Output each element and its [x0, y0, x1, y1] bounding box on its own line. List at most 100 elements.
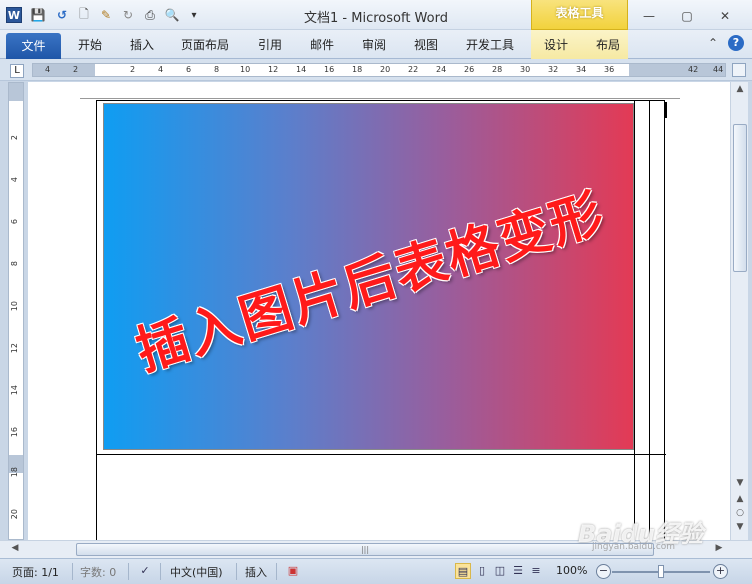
print-layout-view-icon[interactable]: ▤ — [455, 563, 471, 579]
vertical-scrollbar[interactable]: ▲ ▼ ▲ ○ ▼ — [730, 82, 748, 540]
horizontal-scroll-thumb[interactable]: ||| — [76, 543, 654, 556]
customize-toolbar-icon[interactable]: ▾ — [186, 7, 202, 23]
scroll-up-button[interactable]: ▲ — [733, 84, 747, 98]
vertical-scroll-thumb[interactable] — [733, 124, 747, 272]
ruler-label: 34 — [576, 65, 587, 74]
vertical-ruler[interactable]: 2 4 6 8 10 12 14 16 18 20 — [8, 82, 24, 540]
minimize-button[interactable]: — — [637, 7, 661, 25]
undo-icon[interactable]: ↺ — [54, 7, 70, 23]
horizontal-ruler[interactable]: 4 2 2 4 6 8 10 12 14 16 18 20 22 24 26 2… — [32, 63, 726, 77]
ruler-label: 30 — [520, 65, 531, 74]
scroll-right-button[interactable]: ▶ — [712, 543, 726, 557]
tab-file[interactable]: 文件 — [6, 33, 61, 59]
ruler-label: 10 — [10, 301, 19, 312]
ruler-label: 44 — [713, 65, 724, 74]
zoom-in-button[interactable]: + — [713, 564, 728, 579]
minimize-ribbon-icon[interactable]: ⌃ — [708, 36, 718, 50]
print-icon[interactable]: ⎙ — [142, 7, 158, 23]
scroll-down-button[interactable]: ▼ — [733, 478, 747, 492]
close-button[interactable]: ✕ — [713, 7, 737, 25]
tab-selector-button[interactable]: L — [10, 64, 24, 78]
language-status[interactable]: 中文(中国) — [170, 564, 223, 580]
zoom-level[interactable]: 100% — [556, 564, 587, 577]
table-border-left[interactable] — [96, 100, 97, 540]
horizontal-scrollbar[interactable]: ◀ ||| ▶ — [0, 540, 752, 558]
status-separator — [236, 563, 237, 580]
status-separator — [276, 563, 277, 580]
tab-review[interactable]: 审阅 — [362, 36, 386, 53]
ruler-left-margin — [33, 64, 95, 76]
ruler-label: 8 — [214, 65, 220, 74]
document-page[interactable]: 插入图片后表格变形 — [28, 82, 730, 540]
tab-home[interactable]: 开始 — [78, 36, 102, 53]
ruler-label: 10 — [240, 65, 251, 74]
word-app-icon[interactable]: W — [6, 7, 22, 23]
redo-icon[interactable]: ↻ — [120, 7, 136, 23]
ruler-label: 14 — [10, 385, 19, 396]
previous-page-button[interactable]: ▲ — [733, 494, 747, 508]
ruler-label: 36 — [604, 65, 615, 74]
ruler-label: 2 — [130, 65, 136, 74]
zoom-out-button[interactable]: − — [596, 564, 611, 579]
draft-view-icon[interactable]: ≡ — [528, 563, 544, 579]
next-page-button[interactable]: ▼ — [733, 522, 747, 536]
tab-references[interactable]: 引用 — [258, 36, 282, 53]
web-layout-icon[interactable]: ◫ — [492, 563, 508, 579]
picture-caption-text: 插入图片后表格变形 — [129, 182, 613, 383]
inserted-picture[interactable]: 插入图片后表格变形 — [103, 103, 634, 450]
insert-mode-status[interactable]: 插入 — [245, 564, 267, 580]
format-painter-icon[interactable]: ✎ — [98, 7, 114, 23]
new-document-icon[interactable]: 🗋 — [76, 7, 92, 23]
ruler-top-margin — [9, 83, 23, 101]
tab-developer[interactable]: 开发工具 — [466, 36, 514, 53]
ruler-label: 32 — [548, 65, 559, 74]
title-bar: W 💾 ↺ 🗋 ✎ ↻ ⎙ 🔍 ▾ 文档1 - Microsoft Word 表… — [0, 0, 752, 30]
ruler-label: 2 — [10, 135, 19, 141]
table-row-border[interactable] — [96, 454, 666, 455]
ruler-label: 16 — [10, 427, 19, 438]
ruler-label: 18 — [352, 65, 363, 74]
macro-recording-icon[interactable]: ▣ — [285, 563, 301, 579]
help-icon[interactable]: ? — [728, 35, 744, 51]
ruler-label: 26 — [464, 65, 475, 74]
view-ruler-toggle[interactable] — [732, 63, 746, 77]
proofing-check-icon[interactable]: ✓ — [137, 563, 153, 579]
table-column-border[interactable] — [664, 100, 665, 540]
ruler-label: 42 — [688, 65, 699, 74]
ruler-label: 4 — [45, 65, 51, 74]
word-count-status[interactable]: 字数: 0 — [80, 564, 116, 580]
maximize-button[interactable]: ▢ — [675, 7, 699, 25]
ruler-label: 6 — [10, 219, 19, 225]
tab-mailings[interactable]: 邮件 — [310, 36, 334, 53]
page-number-status[interactable]: 页面: 1/1 — [12, 564, 59, 580]
status-separator — [72, 563, 73, 580]
tab-insert[interactable]: 插入 — [130, 36, 154, 53]
status-separator — [128, 563, 129, 580]
save-icon[interactable]: 💾 — [30, 7, 46, 23]
ruler-label: 20 — [380, 65, 391, 74]
ruler-label: 28 — [492, 65, 503, 74]
select-browse-object-button[interactable]: ○ — [733, 508, 747, 522]
tab-design[interactable]: 设计 — [544, 36, 568, 53]
ruler-label: 18 — [10, 467, 19, 478]
ruler-label: 8 — [10, 261, 19, 267]
text-cursor — [665, 102, 667, 118]
ruler-label: 22 — [408, 65, 419, 74]
ruler-label: 12 — [10, 343, 19, 354]
tab-layout[interactable]: 布局 — [596, 36, 620, 53]
ruler-label: 16 — [324, 65, 335, 74]
table-column-border[interactable] — [649, 100, 650, 540]
print-preview-icon[interactable]: 🔍 — [164, 7, 180, 23]
tab-view[interactable]: 视图 — [414, 36, 438, 53]
outline-view-icon[interactable]: ☰ — [510, 563, 526, 579]
ruler-label: 4 — [158, 65, 164, 74]
ruler-label: 24 — [436, 65, 447, 74]
ruler-label: 2 — [73, 65, 79, 74]
ruler-label: 6 — [186, 65, 192, 74]
ruler-right-margin — [629, 64, 725, 76]
status-bar: 页面: 1/1 字数: 0 ✓ 中文(中国) 插入 ▣ ▤ ▯ ◫ ☰ ≡ 10… — [0, 558, 752, 584]
scroll-left-button[interactable]: ◀ — [8, 543, 22, 557]
tab-page-layout[interactable]: 页面布局 — [181, 36, 229, 53]
full-screen-reading-icon[interactable]: ▯ — [474, 563, 490, 579]
zoom-slider-thumb[interactable] — [658, 565, 664, 578]
